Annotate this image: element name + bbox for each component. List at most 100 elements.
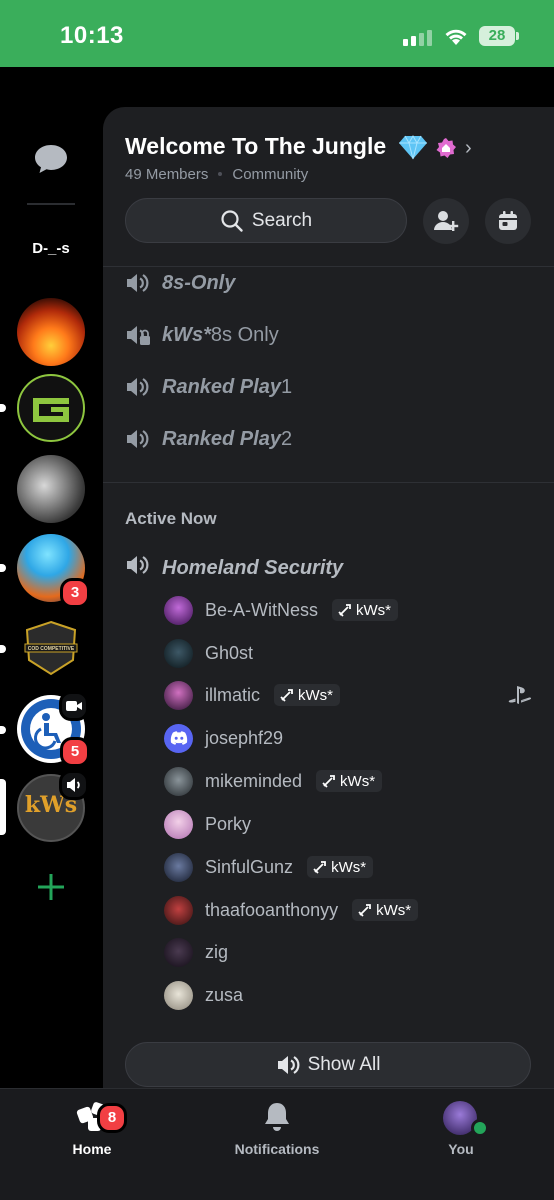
voice-member[interactable]: SinfulGunz kWs* <box>164 852 374 882</box>
channel-name-part: 8s <box>162 271 185 294</box>
optic-logo-icon <box>33 398 69 422</box>
nav-you-label: You <box>448 1141 474 1157</box>
search-label: Search <box>251 209 313 231</box>
bottom-navigation: 8 Home Notifications You <box>0 1088 554 1200</box>
avatar <box>164 937 193 967</box>
voice-channel-name: Homeland Security <box>162 556 344 579</box>
clan-tag: kWs* <box>316 770 383 792</box>
voice-member[interactable]: illmatic kWs* <box>164 680 341 710</box>
member-name: zig <box>205 941 229 962</box>
meta-dot <box>218 171 223 176</box>
voice-member[interactable]: zusa <box>164 980 243 1010</box>
video-call-indicator <box>59 691 89 721</box>
speaker-icon <box>67 778 80 792</box>
speaker-icon <box>127 274 149 292</box>
voice-active-indicator <box>59 770 89 800</box>
playstation-icon <box>508 686 532 704</box>
voice-member[interactable]: Gh0st <box>164 638 253 668</box>
add-member-icon <box>434 211 459 231</box>
channel-panel: Welcome To The Jungle › 49 Members Commun… <box>103 107 554 1088</box>
avatar <box>164 595 193 625</box>
status-bar: 10:13 28 <box>0 0 554 67</box>
speaker-icon <box>127 430 149 448</box>
chevron-right-icon[interactable]: › <box>465 137 472 160</box>
events-button[interactable] <box>485 198 531 244</box>
nav-notifications-label: Notifications <box>234 1141 320 1157</box>
online-status-indicator <box>471 1119 489 1137</box>
member-name: josephf29 <box>205 727 284 748</box>
home-unread-badge: 8 <box>97 1103 127 1133</box>
voice-member[interactable]: josephf29 <box>164 723 283 753</box>
nav-home-label: Home <box>72 1141 112 1157</box>
speaker-icon <box>277 1055 300 1074</box>
swords-icon <box>313 861 326 874</box>
channel-name-part: 1 <box>280 375 293 398</box>
voice-member[interactable]: mikeminded kWs* <box>164 766 383 796</box>
header-divider <box>103 266 554 267</box>
wifi-icon <box>445 29 467 45</box>
search-button[interactable]: Search <box>125 198 407 243</box>
server-icon-optic[interactable] <box>17 374 85 442</box>
battery-indicator: 28 <box>479 26 519 46</box>
server-mention-badge: 5 <box>60 737 90 767</box>
voice-channel-item[interactable]: Ranked Play 1 <box>125 372 292 402</box>
member-name: thaafooanthonyy <box>205 899 339 920</box>
voice-member[interactable]: thaafooanthonyy kWs* <box>164 895 419 925</box>
selected-server-pill <box>0 779 6 835</box>
voice-member[interactable]: zig <box>164 937 228 967</box>
server-meta: 49 Members Community <box>125 166 308 183</box>
swords-icon <box>358 904 372 917</box>
avatar <box>164 766 193 796</box>
avatar <box>164 638 193 668</box>
server-icon-label: COD COMPETITIVE <box>27 646 75 652</box>
rail-separator <box>27 203 75 205</box>
clan-tag-label: kWs* <box>356 601 392 619</box>
active-now-heading: Active Now <box>125 509 217 528</box>
member-name: mikeminded <box>205 770 303 791</box>
swords-icon <box>280 689 293 702</box>
voice-channel-item[interactable]: 8s -Only <box>125 268 235 298</box>
server-folder-label[interactable]: D-_-s <box>0 240 102 257</box>
speaker-icon <box>127 556 149 574</box>
calendar-icon <box>499 211 517 230</box>
voice-channel-item[interactable]: Ranked Play 2 <box>125 424 292 454</box>
member-name: SinfulGunz <box>205 856 294 877</box>
show-all-label: Show All <box>307 1053 381 1075</box>
clan-tag: kWs* <box>332 599 399 621</box>
channel-name-part: 8s Only <box>210 323 279 346</box>
cellular-signal-icon <box>403 30 433 46</box>
avatar <box>164 809 193 839</box>
clan-tag: kWs* <box>307 856 374 878</box>
voice-member[interactable]: Be-A-WitNess kWs* <box>164 595 399 625</box>
server-icon-cod-competitive[interactable]: COD COMPETITIVE <box>17 614 85 682</box>
show-all-button[interactable]: Show All <box>125 1042 531 1087</box>
swords-icon <box>322 775 335 788</box>
server-icon-portrait[interactable] <box>17 455 85 523</box>
voice-member[interactable]: Porky <box>164 809 251 839</box>
voice-channel-item[interactable]: kWs* 8s Only <box>125 320 279 350</box>
avatar <box>164 723 193 753</box>
clan-tag: kWs* <box>274 684 341 706</box>
server-name[interactable]: Welcome To The Jungle <box>125 133 386 160</box>
member-name: Porky <box>205 813 252 834</box>
avatar <box>164 680 193 710</box>
member-name: Be-A-WitNess <box>205 599 319 620</box>
invite-members-button[interactable] <box>423 198 469 244</box>
member-count: 49 Members <box>125 166 209 183</box>
avatar <box>164 980 193 1010</box>
server-icon-fire[interactable] <box>17 298 85 366</box>
clan-tag-label: kWs* <box>340 772 376 790</box>
member-name: zusa <box>205 984 244 1005</box>
direct-messages-icon[interactable] <box>34 144 68 174</box>
channel-name-part: 2 <box>280 427 293 450</box>
member-name: illmatic <box>205 684 261 705</box>
add-server-icon[interactable] <box>34 870 68 904</box>
video-camera-icon <box>66 701 82 711</box>
server-boost-icon <box>436 138 456 158</box>
clan-tag: kWs* <box>352 899 419 921</box>
channel-name-part: Ranked Play <box>162 375 281 398</box>
active-voice-channel[interactable]: Homeland Security <box>125 554 343 582</box>
clan-tag-label: kWs* <box>298 686 334 704</box>
clock: 10:13 <box>60 22 124 49</box>
channel-name-part: kWs* <box>162 323 211 346</box>
